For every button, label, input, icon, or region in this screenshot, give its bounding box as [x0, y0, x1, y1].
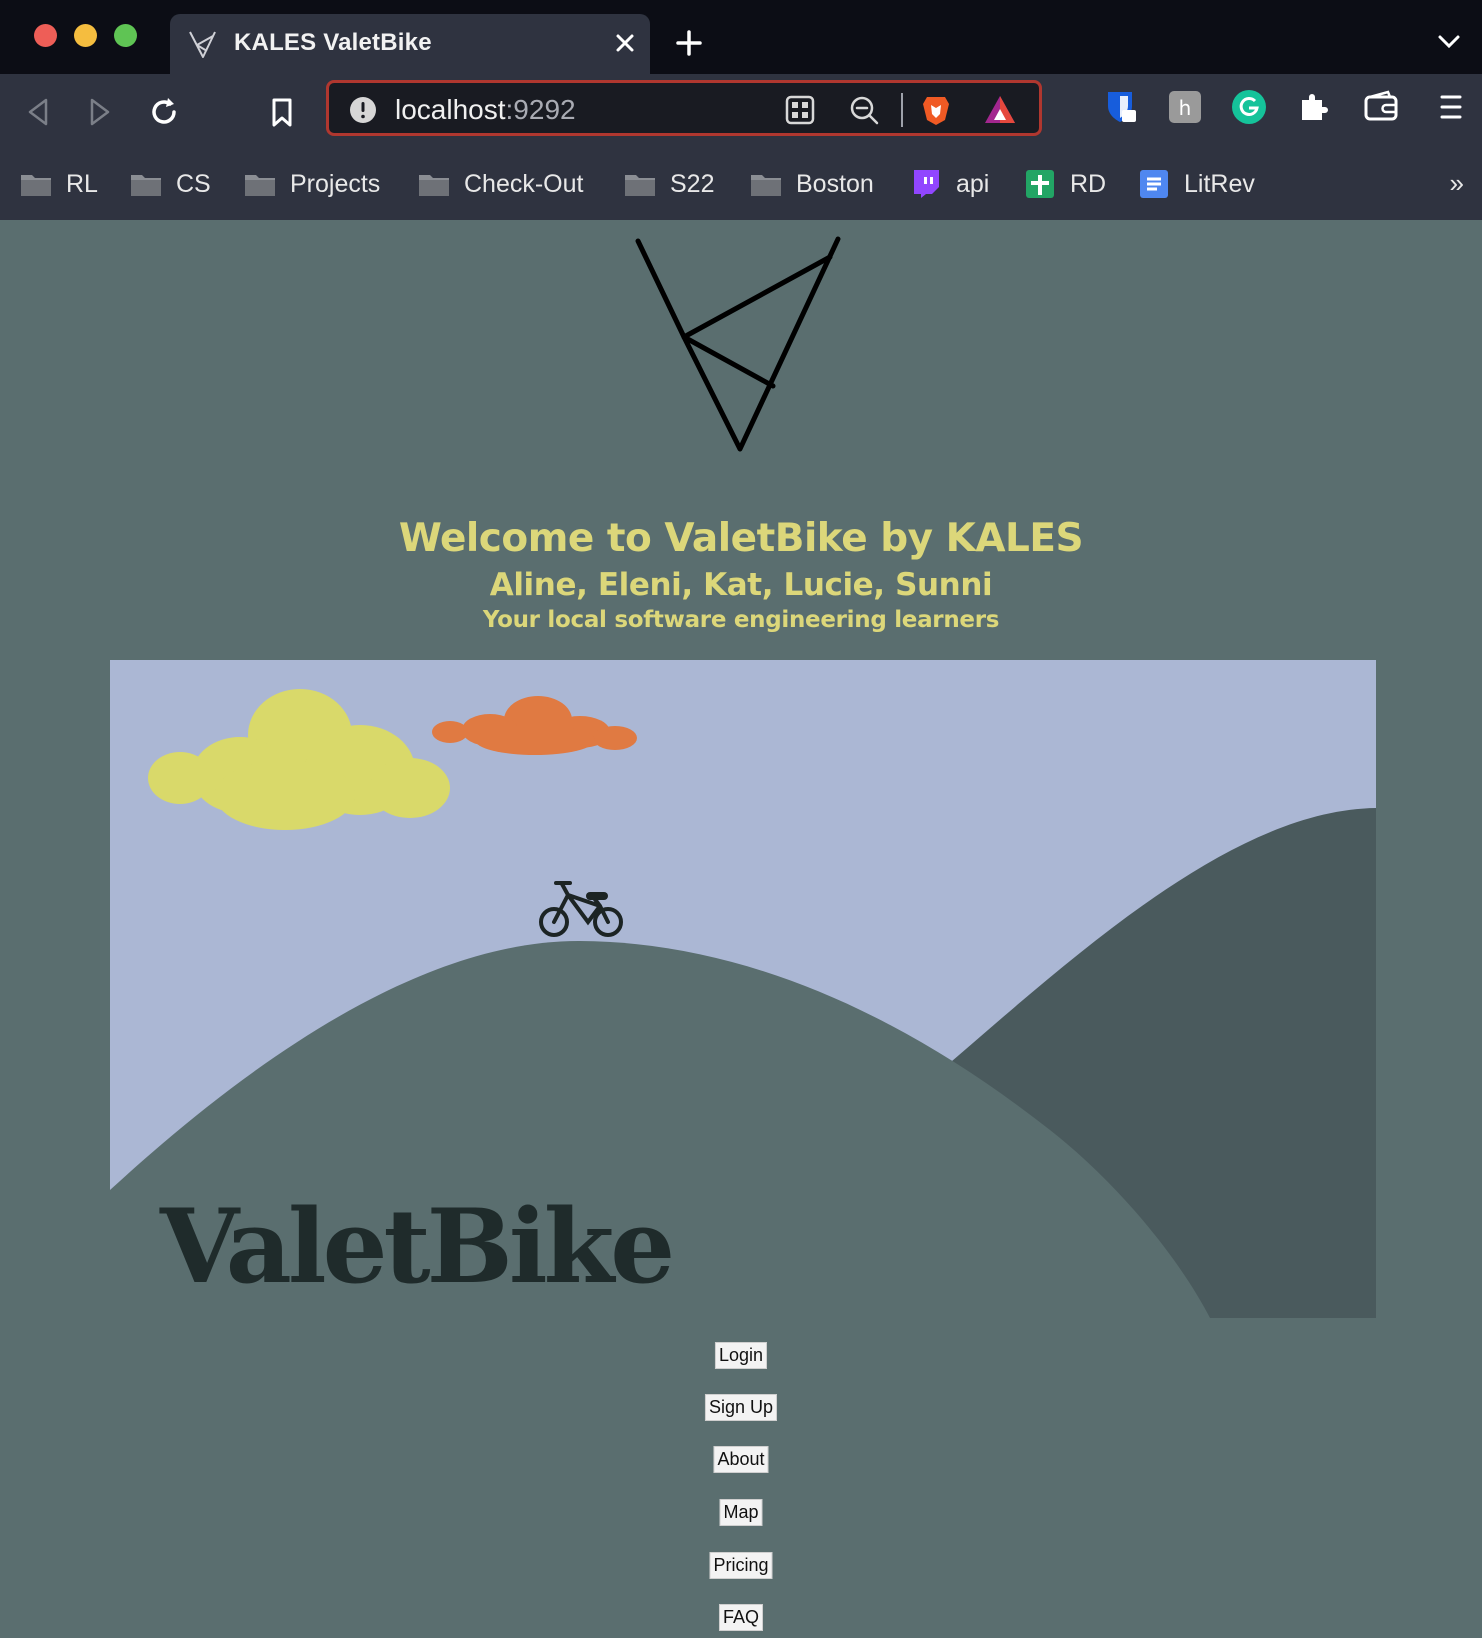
forward-icon[interactable] [82, 94, 118, 130]
bicycle-seat [586, 892, 608, 900]
close-window-button[interactable] [34, 24, 57, 47]
bookmark-label: api [956, 169, 990, 198]
bookmark-cs[interactable]: CS [130, 154, 211, 214]
bookmark-rd[interactable]: RD [1024, 154, 1106, 214]
svg-text:h: h [1179, 96, 1192, 120]
about-link[interactable]: About [713, 1446, 769, 1473]
bookmark-projects[interactable]: Projects [244, 154, 380, 214]
page-heading: Welcome to ValetBike by KALES [398, 516, 1084, 561]
login-link[interactable]: Login [714, 1342, 768, 1369]
folder-icon [625, 175, 655, 196]
maximize-window-button[interactable] [114, 24, 137, 47]
valetbike-logo-icon [189, 31, 216, 58]
bookmark-label: LitRev [1184, 169, 1255, 198]
bookmark-label: S22 [670, 169, 715, 198]
close-tab-icon[interactable] [610, 28, 640, 58]
folder-icon [131, 175, 161, 196]
bookmark-s22[interactable]: S22 [624, 154, 714, 214]
extensions-puzzle-icon[interactable] [1294, 88, 1332, 126]
bookmark-icon[interactable] [264, 94, 300, 130]
bookmark-label: Projects [290, 169, 381, 198]
brave-rewards-icon[interactable] [983, 93, 1017, 127]
map-link[interactable]: Map [719, 1499, 763, 1526]
sheets-icon [1026, 170, 1054, 198]
reload-icon[interactable] [146, 94, 182, 130]
folder-icon [21, 175, 51, 196]
docs-icon [1140, 170, 1168, 198]
more-bookmarks-button[interactable]: » [1450, 168, 1464, 199]
browser-tab-bar: KALES ValetBike [0, 0, 1482, 74]
bookmark-rl[interactable]: RL [20, 154, 98, 214]
twitch-icon [914, 170, 939, 198]
bookmark-label: Check-Out [464, 169, 584, 198]
bookmark-label: Boston [796, 169, 874, 198]
brave-shields-icon[interactable] [919, 93, 953, 127]
bookmark-api[interactable]: api [910, 154, 989, 214]
menu-icon[interactable] [1432, 88, 1470, 126]
sign-up-link[interactable]: Sign Up [704, 1394, 778, 1421]
folder-icon [245, 175, 275, 196]
tagline: Your local software engineering learners [482, 607, 1000, 633]
minimize-window-button[interactable] [74, 24, 97, 47]
bookmark-check-out[interactable]: Check-Out [418, 154, 583, 214]
bookmark-boston[interactable]: Boston [750, 154, 874, 214]
hypothesis-extension-icon[interactable]: h [1166, 88, 1204, 126]
grammarly-extension-icon[interactable] [1230, 88, 1268, 126]
folder-icon [419, 175, 449, 196]
url-separator [901, 93, 903, 127]
address-bar[interactable]: localhost:9292 [326, 80, 1042, 136]
valetbike-logo-icon [635, 236, 841, 452]
bookmark-litrev[interactable]: LitRev [1138, 154, 1255, 214]
chevron-down-icon[interactable] [1436, 32, 1462, 52]
folder-icon [751, 175, 781, 196]
bookmark-label: RD [1070, 169, 1107, 198]
site-info-icon[interactable] [349, 96, 377, 124]
url-text[interactable]: localhost:9292 [395, 94, 576, 126]
team-names: Aline, Eleni, Kat, Lucie, Sunni [489, 567, 993, 603]
tab-title: KALES ValetBike [234, 29, 432, 56]
hero-illustration: ValetBike [110, 660, 1376, 1318]
bookmark-label: RL [66, 169, 98, 198]
browser-tab[interactable]: KALES ValetBike [170, 14, 650, 74]
faq-link[interactable]: FAQ [718, 1604, 764, 1631]
browser-toolbar: localhost:9292 h RL CS Projects Check-Ou… [0, 74, 1482, 220]
hero-title: ValetBike [160, 1187, 675, 1307]
zoom-out-icon[interactable] [847, 93, 881, 127]
bookmarks-bar: RL CS Projects Check-Out S22 Boston api [0, 154, 1482, 214]
qr-code-icon[interactable] [783, 93, 817, 127]
wallet-icon[interactable] [1362, 88, 1400, 126]
new-tab-icon[interactable] [674, 28, 704, 58]
pricing-link[interactable]: Pricing [709, 1552, 773, 1579]
bitwarden-extension-icon[interactable] [1102, 88, 1140, 126]
back-icon[interactable] [20, 94, 56, 130]
page-content: Welcome to ValetBike by KALES Aline, Ele… [0, 211, 1482, 1638]
bookmark-label: CS [176, 169, 211, 198]
